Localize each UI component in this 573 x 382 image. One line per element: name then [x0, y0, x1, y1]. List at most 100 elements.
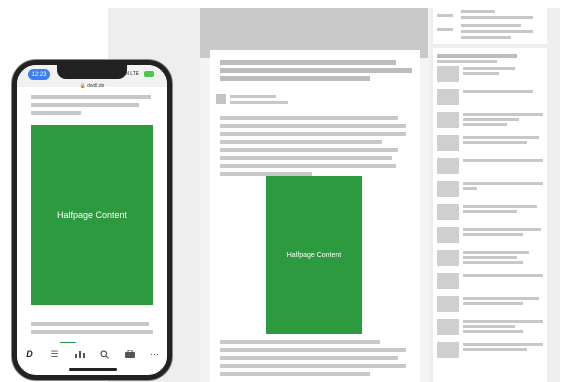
news-title-line	[463, 123, 507, 126]
mobile-text-line	[31, 103, 139, 107]
sidebar-text	[461, 24, 521, 27]
sidebar-label	[437, 14, 453, 17]
news-title-line	[463, 261, 523, 264]
sidebar-news-item[interactable]	[433, 296, 547, 316]
news-title-line	[463, 320, 543, 323]
news-thumbnail	[437, 250, 459, 266]
logo-icon[interactable]: D	[22, 349, 38, 359]
sidebar-news-item[interactable]	[433, 273, 547, 293]
mobile-halfpage-ad: Halfpage Content	[31, 125, 153, 305]
news-title-line	[463, 330, 523, 333]
news-thumbnail	[437, 296, 459, 312]
news-title-line	[463, 343, 543, 346]
author-line	[230, 101, 288, 104]
sidebar-label	[437, 28, 453, 31]
mobile-text-line	[31, 330, 153, 334]
news-title-line	[463, 90, 533, 93]
article-text-line	[220, 356, 398, 360]
sidebar-top-box	[433, 8, 547, 44]
news-thumbnail	[437, 66, 459, 82]
article-headline-line	[220, 76, 370, 81]
sidebar-news-item[interactable]	[433, 66, 547, 86]
sidebar-news-item[interactable]	[433, 204, 547, 224]
news-title-line	[463, 118, 519, 121]
news-title-line	[463, 274, 543, 277]
briefcase-icon[interactable]	[122, 350, 138, 358]
article-text-line	[220, 364, 406, 368]
news-title-line	[463, 302, 523, 305]
article-headline-line	[220, 68, 412, 73]
sidebar-text	[461, 36, 511, 39]
search-icon[interactable]	[97, 349, 113, 359]
article-text-line	[220, 340, 380, 344]
news-title-line	[463, 251, 529, 254]
news-thumbnail	[437, 342, 459, 358]
sidebar-news-item[interactable]	[433, 135, 547, 155]
news-thumbnail	[437, 319, 459, 335]
news-thumbnail	[437, 112, 459, 128]
sidebar-heading	[437, 54, 517, 58]
more-icon[interactable]: ⋯	[147, 349, 163, 360]
battery-icon	[144, 71, 154, 77]
news-thumbnail	[437, 273, 459, 289]
news-title-line	[463, 136, 539, 139]
sidebar-text	[461, 30, 533, 33]
sidebar-news-item[interactable]	[433, 112, 547, 132]
sidebar-text	[461, 10, 495, 13]
article-text-line	[220, 132, 406, 136]
news-thumbnail	[437, 181, 459, 197]
desktop-article: Halfpage Content	[210, 50, 420, 382]
article-text-line	[220, 156, 392, 160]
news-title-line	[463, 205, 537, 208]
phone-notch	[57, 65, 127, 79]
mobile-text-line	[31, 111, 81, 115]
sidebar-news-item[interactable]	[433, 342, 547, 362]
desktop-halfpage-ad: Halfpage Content	[266, 176, 362, 334]
article-text-line	[220, 348, 406, 352]
mobile-bottom-nav: D ☰ ⋯	[17, 343, 167, 365]
lock-icon: 🔒	[79, 83, 86, 89]
url-text: dwdl.de	[87, 83, 105, 89]
news-title-line	[463, 159, 543, 162]
list-icon[interactable]: ☰	[47, 349, 63, 360]
sidebar-news-item[interactable]	[433, 227, 547, 247]
news-thumbnail	[437, 135, 459, 151]
news-title-line	[463, 228, 541, 231]
mobile-text-line	[31, 95, 151, 99]
news-title-line	[463, 348, 527, 351]
article-headline-line	[220, 60, 396, 65]
sidebar-news-item[interactable]	[433, 181, 547, 201]
phone-url-bar[interactable]: 🔒 dwdl.de	[17, 83, 167, 89]
news-thumbnail	[437, 158, 459, 174]
news-title-line	[463, 72, 499, 75]
news-title-line	[463, 67, 515, 70]
author-avatar	[216, 94, 226, 104]
desktop-ad-label: Halfpage Content	[286, 251, 342, 259]
news-title-line	[463, 113, 543, 116]
news-title-line	[463, 210, 517, 213]
news-title-line	[463, 141, 527, 144]
sidebar-news-item[interactable]	[433, 89, 547, 109]
article-text-line	[220, 164, 396, 168]
news-thumbnail	[437, 204, 459, 220]
article-text-line	[220, 140, 382, 144]
sidebar-news-item[interactable]	[433, 250, 547, 270]
network-label: LTE	[130, 71, 140, 77]
phone-clock: 12:23	[28, 69, 50, 80]
news-thumbnail	[437, 89, 459, 105]
article-text-line	[220, 124, 406, 128]
phone-signal-text: .ıl LTE	[125, 71, 139, 77]
sidebar-news-item[interactable]	[433, 319, 547, 339]
mobile-text-line	[31, 322, 149, 326]
chart-icon[interactable]	[72, 350, 88, 358]
mobile-ad-label: Halfpage Content	[56, 210, 128, 220]
news-title-line	[463, 297, 539, 300]
news-title-line	[463, 233, 523, 236]
article-text-line	[220, 372, 370, 376]
sidebar-subheading	[437, 60, 497, 63]
author-line	[230, 95, 276, 98]
news-thumbnail	[437, 227, 459, 243]
article-text-line	[220, 148, 398, 152]
sidebar-news-item[interactable]	[433, 158, 547, 178]
sidebar-text	[461, 16, 533, 19]
